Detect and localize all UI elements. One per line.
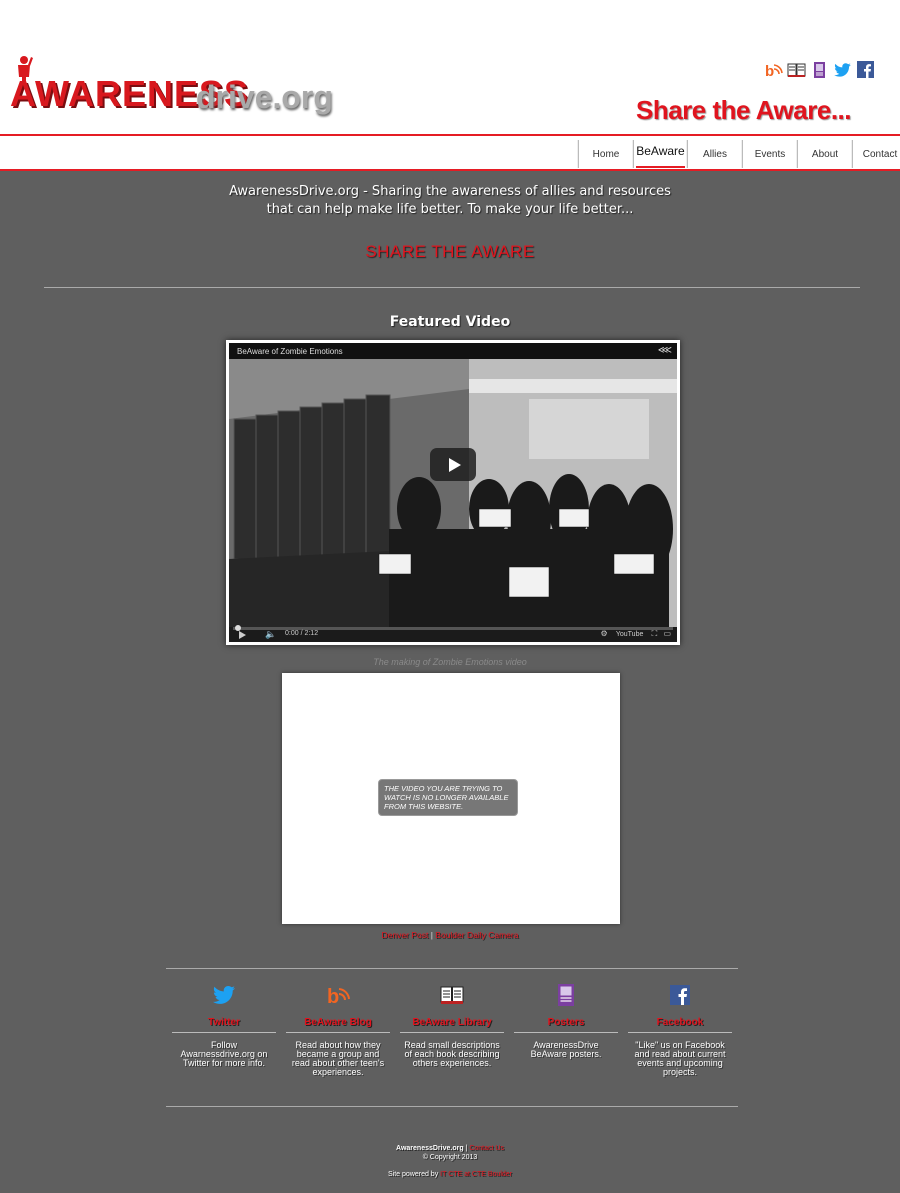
play-control-icon[interactable] [239, 631, 246, 639]
share-heading: SHARE THE AWARE [365, 242, 535, 261]
main-content: AwarenessDrive.org - Sharing the awarene… [0, 171, 900, 1193]
featured-video-title: Featured Video [389, 314, 511, 330]
press-links: Denver Post | Boulder Daily Camera [300, 930, 600, 940]
fullscreen-icon[interactable]: ⛶ [652, 629, 658, 638]
featured-video-player[interactable]: BeAware of Zombie Emotions ⋘ 🔈 0:00 / 2:… [226, 340, 680, 645]
footer-powered-link[interactable]: IT CTE at CTE Boulder [440, 1171, 512, 1178]
site-header: AWARENESS drive.org b Share the Aware...… [0, 0, 900, 171]
header-divider-top [0, 134, 900, 136]
share-icon[interactable]: ⋘ [658, 345, 672, 356]
logo-drive-text[interactable]: drive.org [196, 80, 333, 114]
footer-separator: | [465, 1145, 468, 1152]
header-social-icons: b [764, 61, 875, 80]
column-blog: b BeAware Blog Read about how they becam… [286, 983, 390, 1077]
main-nav: Home BeAware Allies Events About Contact [578, 140, 900, 168]
column-title[interactable]: Twitter [172, 1017, 276, 1033]
intro-line-2: that can help make life better. To make … [266, 202, 634, 217]
site-footer: AwarenessDrive.org | Contact Us © Copyri… [300, 1144, 600, 1179]
column-description: Read about how they became a group and r… [291, 1040, 385, 1077]
nav-contact[interactable]: Contact [852, 140, 900, 168]
nav-about[interactable]: About [797, 140, 852, 168]
intro-text: AwarenessDrive.org - Sharing the awarene… [150, 183, 750, 219]
library-book-icon[interactable] [440, 983, 464, 1007]
poster-icon[interactable] [554, 983, 578, 1007]
column-facebook: Facebook "Like" us on Facebook and read … [628, 983, 732, 1077]
video-unavailable-message: THE VIDEO YOU ARE TRYING TO WATCH IS NO … [378, 779, 518, 816]
column-title[interactable]: Facebook [628, 1017, 732, 1033]
column-title[interactable]: Posters [514, 1017, 618, 1033]
footer-contact-link[interactable]: Contact Us [469, 1145, 504, 1152]
link-separator: | [430, 930, 433, 940]
blog-icon[interactable]: b [764, 61, 783, 80]
video-frame: BeAware of Zombie Emotions ⋘ 🔈 0:00 / 2:… [229, 343, 677, 642]
divider [166, 1106, 738, 1107]
poster-icon[interactable] [810, 61, 829, 79]
nav-allies[interactable]: Allies [687, 140, 742, 168]
blog-icon[interactable]: b [326, 983, 350, 1008]
nav-events[interactable]: Events [742, 140, 797, 168]
nav-beaware[interactable]: BeAware [633, 140, 687, 168]
column-description: Follow Awarnessdrive.org on Twitter for … [180, 1040, 268, 1068]
second-video-player[interactable]: THE VIDEO YOU ARE TRYING TO WATCH IS NO … [282, 673, 620, 924]
facebook-icon[interactable] [856, 61, 875, 79]
video-time: 0:00 / 2:12 [285, 630, 319, 637]
column-twitter: Twitter Follow Awarnessdrive.org on Twit… [172, 983, 276, 1068]
footer-powered-prefix: Site powered by [388, 1171, 439, 1178]
denver-post-link[interactable]: Denver Post [382, 930, 429, 940]
video-controls: 🔈 0:00 / 2:12 ⚙ YouTube ⛶ ▭ [229, 625, 677, 642]
column-library: BeAware Library Read small descriptions … [400, 983, 504, 1068]
footer-site-name: AwarenessDrive.org [396, 1145, 464, 1152]
svg-text:b: b [327, 986, 339, 1007]
youtube-logo[interactable]: YouTube [616, 631, 644, 638]
tv-icon[interactable]: ▭ [663, 629, 671, 638]
column-description: Read small descriptions of each book des… [404, 1040, 500, 1068]
intro-line-1: AwarenessDrive.org - Sharing the awarene… [229, 184, 671, 199]
tagline: Share the Aware... [636, 95, 851, 125]
column-description: AwarenessDrive BeAware posters. [530, 1040, 602, 1059]
nav-home[interactable]: Home [578, 140, 633, 168]
divider [44, 287, 860, 288]
column-posters: Posters AwarenessDrive BeAware posters. [514, 983, 618, 1059]
column-title[interactable]: BeAware Library [400, 1017, 504, 1033]
svg-text:b: b [765, 63, 774, 79]
column-title[interactable]: BeAware Blog [286, 1017, 390, 1033]
footer-copyright: © Copyright 2013 [422, 1154, 478, 1161]
boulder-daily-camera-link[interactable]: Boulder Daily Camera [435, 930, 518, 940]
twitter-icon[interactable] [212, 983, 236, 1007]
facebook-icon[interactable] [668, 983, 692, 1007]
library-book-icon[interactable] [787, 61, 806, 79]
column-description: "Like" us on Facebook and read about cur… [634, 1040, 726, 1077]
twitter-icon[interactable] [833, 61, 852, 79]
video-caption: The making of Zombie Emotions video [373, 657, 527, 667]
volume-icon[interactable]: 🔈 [265, 629, 276, 640]
video-title[interactable]: BeAware of Zombie Emotions [237, 347, 343, 356]
play-button[interactable] [430, 448, 476, 481]
video-right-controls: ⚙ YouTube ⛶ ▭ [600, 629, 671, 639]
divider [166, 968, 738, 969]
video-thumbnail[interactable] [229, 359, 677, 627]
settings-icon[interactable]: ⚙ [600, 629, 607, 638]
